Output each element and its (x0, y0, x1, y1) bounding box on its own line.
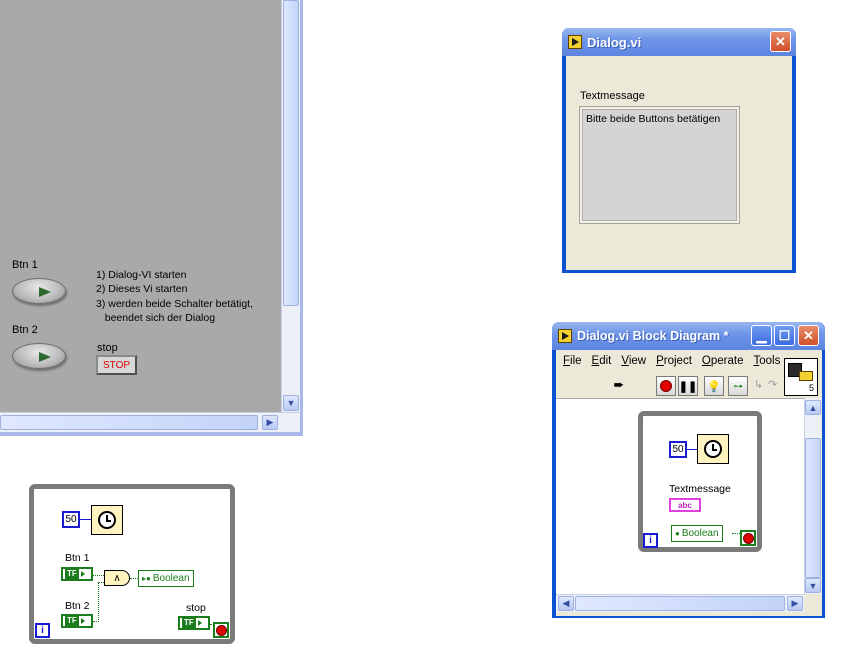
bd-title: Dialog.vi Block Diagram * (577, 329, 729, 343)
pause-icon: ❚❚ (678, 380, 698, 393)
btn1-terminal[interactable]: TF (61, 567, 93, 581)
bd-vertical-scrollbar[interactable]: ▲ ▼ (804, 398, 821, 594)
scroll-right-button[interactable]: ▶ (262, 415, 278, 430)
bd-wire-numeric (687, 449, 697, 450)
stop-terminal[interactable]: TF (178, 616, 210, 630)
bd-scroll-right-button[interactable]: ▶ (787, 596, 803, 611)
bd-close-button[interactable]: ✕ (798, 325, 819, 346)
menu-view[interactable]: View (621, 355, 646, 367)
textmessage-label: Textmessage (580, 90, 645, 102)
and-function[interactable]: ∧ (104, 570, 130, 586)
bd-scroll-left-button[interactable]: ◀ (558, 596, 574, 611)
bd-v-scrollbar-thumb[interactable] (805, 438, 821, 578)
probe-icon: ⊶ (733, 380, 743, 391)
btn2-terminal[interactable]: TF (61, 614, 93, 628)
stop-label: stop (97, 342, 118, 354)
iteration-terminal: i (35, 623, 50, 638)
textmessage-terminal[interactable]: abc (669, 498, 701, 512)
retain-wire-values-button[interactable]: ⊶ (728, 376, 748, 396)
textmessage-value: Bitte beide Buttons betätigen (586, 113, 721, 125)
bd-scroll-down-button[interactable]: ▼ (805, 578, 821, 593)
bd-h-scrollbar-thumb[interactable] (575, 596, 785, 611)
dialog-close-button[interactable]: ✕ (770, 31, 791, 52)
run-arrow-icon[interactable]: ➨ (610, 376, 628, 394)
instructions-text: 1) Dialog-VI starten 2) Dieses Vi starte… (96, 269, 254, 325)
textmessage-indicator: Bitte beide Buttons betätigen (582, 109, 737, 221)
highlight-execution-button[interactable]: 💡 (704, 376, 724, 396)
step-into-icon[interactable]: ↳ (754, 378, 763, 391)
diagram-btn1-label: Btn 1 (65, 552, 90, 564)
reference-icon: ▸● (142, 574, 151, 583)
boolean-property-text: Boolean (152, 573, 190, 584)
abort-icon (660, 380, 672, 392)
maximize-button[interactable]: ☐ (774, 325, 795, 346)
diagram-btn2-label: Btn 2 (65, 600, 90, 612)
bd-client: File Edit View Project Operate Tools ➨ ❚… (556, 350, 822, 616)
btn1-label: Btn 1 (12, 259, 38, 271)
wait-ms-function[interactable] (91, 505, 123, 535)
wire-and-prop (130, 578, 138, 579)
reference-icon: ● (675, 529, 680, 538)
bd-wait-ms-constant[interactable]: 50 (669, 441, 687, 458)
vi-connector-icon[interactable]: 5 (784, 358, 818, 396)
menu-operate[interactable]: Operate (702, 355, 744, 367)
bd-scroll-up-button[interactable]: ▲ (805, 400, 821, 415)
menu-file[interactable]: File (563, 355, 582, 367)
vi-icon-arrow (799, 371, 813, 381)
bd-boolean-property-node[interactable]: ● Boolean (671, 525, 723, 542)
wire-btn1-and (93, 575, 104, 576)
btn2-switch[interactable] (12, 343, 66, 369)
menu-project[interactable]: Project (656, 355, 692, 367)
pause-button[interactable]: ❚❚ (678, 376, 698, 396)
horizontal-scrollbar[interactable]: ▶ (0, 412, 300, 432)
lightbulb-icon: 💡 (707, 380, 721, 393)
loop-condition-terminal[interactable] (213, 622, 229, 638)
wait-ms-constant[interactable]: 50 (62, 511, 80, 528)
abort-button[interactable] (656, 376, 676, 396)
diagram-stop-label: stop (186, 602, 206, 614)
dialog-titlebar[interactable]: Dialog.vi (562, 28, 796, 56)
bd-textmessage-label: Textmessage (669, 483, 731, 495)
bd-horizontal-scrollbar[interactable]: ◀ ▶ (556, 594, 804, 612)
front-panel-window: ▼ ▶ Btn 1 Btn 2 1) Dialog-VI starten 2) … (0, 0, 303, 436)
h-scrollbar-thumb[interactable] (0, 415, 258, 430)
scroll-down-button[interactable]: ▼ (283, 395, 299, 411)
textmessage-frame: Bitte beide Buttons betätigen (579, 106, 740, 224)
btn2-label: Btn 2 (12, 324, 38, 336)
btn1-terminal-text: TF (65, 569, 79, 579)
scrollbar-thumb[interactable] (283, 0, 299, 306)
bd-boolean-property-text: Boolean (681, 528, 719, 539)
stop-terminal-text: TF (182, 618, 196, 628)
bd-wait-ms-function[interactable] (697, 434, 729, 464)
bd-loop-condition-terminal[interactable] (740, 530, 756, 546)
dialog-panel: Textmessage Bitte beide Buttons betätige… (566, 56, 792, 270)
clock-icon (98, 511, 116, 529)
stop-button[interactable]: STOP (96, 355, 137, 375)
vi-icon-number: 5 (809, 383, 815, 393)
menu-tools[interactable]: Tools (753, 355, 780, 367)
dialog-title: Dialog.vi (587, 34, 642, 50)
menu-bar: File Edit View Project Operate Tools (556, 350, 822, 372)
vi-icon (558, 329, 572, 343)
step-over-icon[interactable]: ↷ (768, 378, 777, 391)
bd-wire-prop-cond (732, 533, 740, 534)
wire-btn2-v (98, 582, 99, 622)
btn1-switch[interactable] (12, 278, 66, 304)
menu-edit[interactable]: Edit (592, 355, 612, 367)
minimize-button[interactable]: ▁ (751, 325, 772, 346)
vertical-scrollbar[interactable]: ▼ (281, 0, 300, 412)
bd-iteration-terminal: i (643, 533, 658, 548)
clock-icon (704, 440, 722, 458)
vi-icon (568, 35, 582, 49)
btn2-terminal-text: TF (65, 616, 79, 626)
boolean-property-node[interactable]: ▸● Boolean (138, 570, 194, 587)
diagram-canvas: 50 Textmessage abc ● Boolean i (556, 398, 804, 594)
